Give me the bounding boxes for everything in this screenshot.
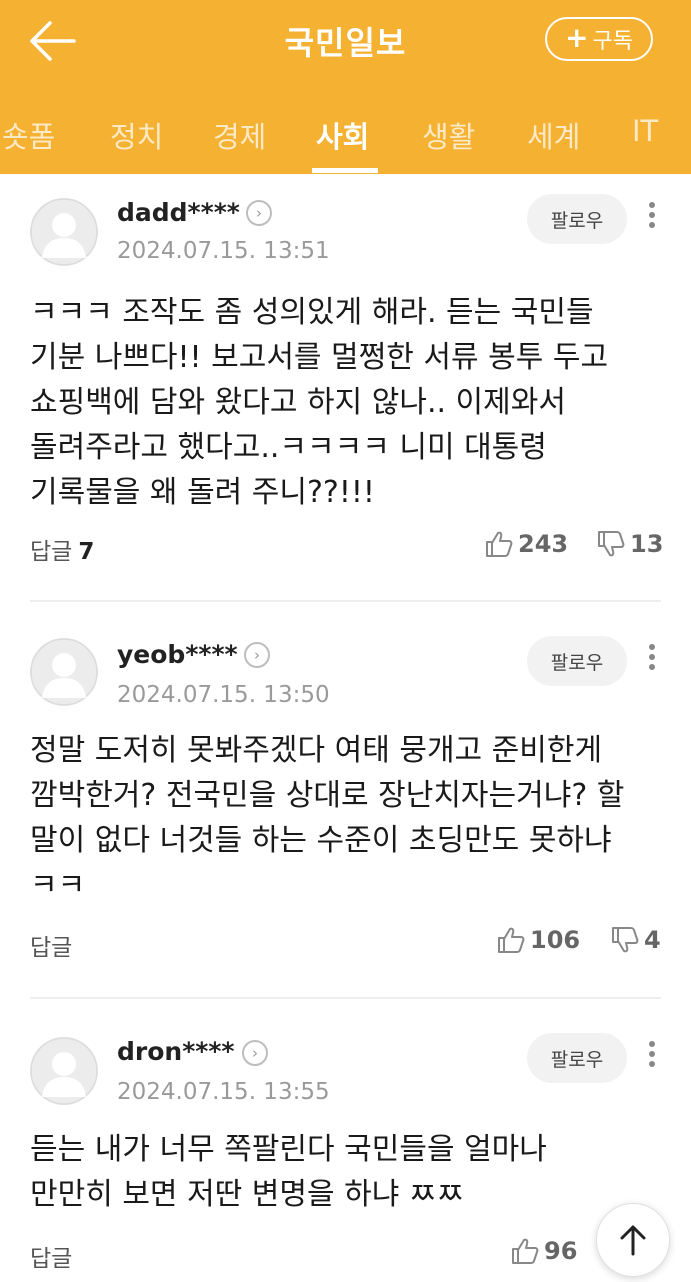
active-tab-indicator xyxy=(312,168,378,173)
reply-button[interactable]: 답글 xyxy=(30,1239,78,1273)
tab-economy[interactable]: 경제 xyxy=(213,114,266,156)
default-user-icon xyxy=(30,1037,98,1105)
avatar[interactable] xyxy=(30,198,98,266)
dislike-button[interactable]: 4 xyxy=(610,926,661,954)
arrow-up-icon xyxy=(620,1225,646,1256)
tab-life[interactable]: 생활 xyxy=(422,114,475,156)
like-count: 106 xyxy=(530,926,581,954)
scroll-top-button[interactable] xyxy=(596,1203,670,1277)
follow-button[interactable]: 팔로우 xyxy=(527,194,627,244)
comment-item: dron**** › 2024.07.15. 13:55 팔로우 듣는 내가 너… xyxy=(0,999,691,1282)
follow-button[interactable]: 팔로우 xyxy=(527,1033,627,1083)
reply-label: 답글 xyxy=(30,935,73,961)
like-count: 243 xyxy=(518,530,569,558)
tab-world[interactable]: 세계 xyxy=(527,114,580,156)
subscribe-label: 구독 xyxy=(592,29,633,54)
thumbs-up-icon xyxy=(498,927,525,953)
thumbs-up-icon xyxy=(512,1238,539,1264)
reply-button[interactable]: 답글 7 xyxy=(30,532,94,566)
more-options-icon[interactable] xyxy=(645,1037,659,1077)
reply-label: 답글 xyxy=(30,1246,73,1272)
like-button[interactable]: 106 xyxy=(496,926,580,954)
reply-label: 답글 xyxy=(30,539,73,565)
comment-timestamp: 2024.07.15. 13:51 xyxy=(117,238,330,264)
comment-item: dadd**** › 2024.07.15. 13:51 팔로우 ㅋㅋㅋ 조작도… xyxy=(0,174,691,600)
thumbs-down-icon xyxy=(598,531,625,557)
comment-username[interactable]: dadd**** xyxy=(117,198,240,227)
plus-icon: + xyxy=(565,20,589,54)
like-button[interactable]: 96 xyxy=(510,1237,577,1265)
comment-timestamp: 2024.07.15. 13:55 xyxy=(117,1079,330,1105)
tab-society[interactable]: 사회 xyxy=(316,114,369,156)
tab-shortform[interactable]: 숏폼 xyxy=(2,114,55,156)
like-count: 96 xyxy=(544,1237,578,1265)
chevron-right-icon[interactable]: › xyxy=(242,1040,268,1066)
comment-timestamp: 2024.07.15. 13:50 xyxy=(117,682,330,708)
reply-button[interactable]: 답글 xyxy=(30,928,78,962)
dislike-button[interactable]: 13 xyxy=(596,530,663,558)
tab-politics[interactable]: 정치 xyxy=(110,114,163,156)
default-user-icon xyxy=(30,638,98,706)
avatar[interactable] xyxy=(30,1037,98,1105)
more-options-icon[interactable] xyxy=(645,198,659,238)
app-header: 국민일보 + 구독 xyxy=(0,0,691,86)
chevron-right-icon[interactable]: › xyxy=(246,200,272,226)
chevron-right-icon[interactable]: › xyxy=(244,642,270,668)
comment-text: 듣는 내가 너무 쪽팔린다 국민들을 얼마나 만만히 보면 저딴 변명을 하냐 … xyxy=(30,1132,547,1212)
comment-text: 정말 도저히 못봐주겠다 여태 뭉개고 준비한게 깜박한거? 전국민을 상대로 … xyxy=(30,733,625,903)
comment-text: ㅋㅋㅋ 조작도 좀 성의있게 해라. 듣는 국민들 기분 나쁘다!! 보고서를 … xyxy=(30,295,609,510)
dislike-count: 4 xyxy=(644,926,661,954)
dislike-count: 13 xyxy=(630,530,664,558)
reply-count: 7 xyxy=(78,539,95,565)
comment-username[interactable]: yeob**** xyxy=(117,640,238,669)
follow-button[interactable]: 팔로우 xyxy=(527,636,627,686)
category-tabs: 숏폼 정치 경제 사회 생활 세계 IT xyxy=(0,86,691,174)
comment-item: yeob**** › 2024.07.15. 13:50 팔로우 정말 도저히 … xyxy=(0,602,691,998)
comment-username[interactable]: dron**** xyxy=(117,1037,235,1066)
default-user-icon xyxy=(30,198,98,266)
thumbs-down-icon xyxy=(612,927,639,953)
thumbs-up-icon xyxy=(486,531,513,557)
subscribe-button[interactable]: + 구독 xyxy=(545,17,653,61)
more-options-icon[interactable] xyxy=(645,640,659,680)
like-button[interactable]: 243 xyxy=(484,530,568,558)
avatar[interactable] xyxy=(30,638,98,706)
tab-it[interactable]: IT xyxy=(632,114,658,148)
